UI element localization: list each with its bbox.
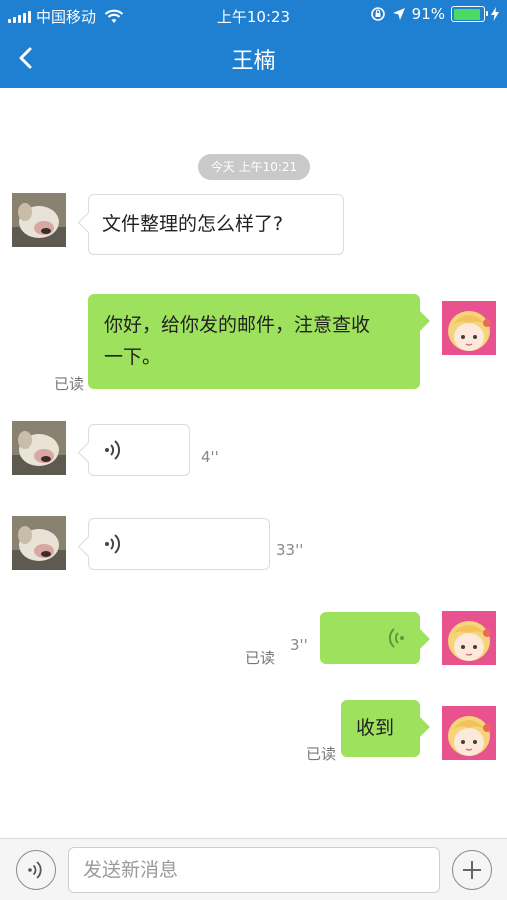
- message-text: 收到: [356, 717, 395, 739]
- chat-title: 王楠: [231, 49, 276, 74]
- message-bubble-outgoing[interactable]: 你好，给你发的邮件，注意查收 一下。: [88, 294, 420, 389]
- message-bubble-incoming[interactable]: 文件整理的怎么样了?: [88, 194, 344, 255]
- self-avatar[interactable]: [442, 301, 496, 355]
- message-text-line-1: 你好，给你发的邮件，注意查收: [104, 314, 371, 336]
- voice-message-outgoing[interactable]: [320, 612, 420, 664]
- self-avatar[interactable]: [442, 611, 496, 665]
- read-status: 已读: [54, 375, 85, 393]
- charging-icon: [491, 7, 499, 21]
- message-text: 文件整理的怎么样了?: [102, 213, 284, 235]
- voice-wave-icon: [105, 440, 121, 460]
- header: 中国移动 上午10:23 91% 王楠: [0, 0, 507, 88]
- contact-avatar[interactable]: [12, 193, 66, 247]
- timestamp-pill: 今天 上午10:21: [198, 154, 310, 180]
- voice-duration: 33'': [276, 541, 304, 559]
- read-status: 已读: [245, 649, 276, 667]
- rotation-lock-icon: [370, 7, 385, 21]
- voice-wave-icon: [388, 628, 404, 648]
- contact-avatar[interactable]: [12, 421, 66, 475]
- status-bar: 中国移动 上午10:23 91%: [0, 0, 507, 30]
- message-list[interactable]: 今天 上午10:21 文件整理的怎么样了? 已读 你好，给你发的邮件，注意查收 …: [0, 88, 507, 838]
- self-avatar[interactable]: [442, 706, 496, 760]
- message-input[interactable]: 发送新消息: [68, 847, 440, 893]
- message-bubble-outgoing[interactable]: 收到: [341, 700, 420, 757]
- contact-avatar[interactable]: [12, 516, 66, 570]
- location-icon: [392, 8, 405, 20]
- message-text-line-2: 一下。: [104, 346, 162, 368]
- voice-duration: 3'': [290, 636, 308, 654]
- battery-icon: [451, 6, 488, 22]
- battery-percent: 91%: [411, 5, 445, 23]
- plus-button[interactable]: [452, 850, 492, 890]
- voice-message-incoming[interactable]: [88, 518, 270, 570]
- navigation-bar: 王楠: [0, 30, 507, 88]
- voice-icon: [28, 861, 42, 879]
- voice-button[interactable]: [16, 850, 56, 890]
- read-status: 已读: [306, 745, 337, 763]
- voice-message-incoming[interactable]: [88, 424, 190, 476]
- plus-icon: [463, 861, 481, 879]
- input-bar: 发送新消息: [0, 838, 507, 900]
- voice-wave-icon: [105, 534, 121, 554]
- voice-duration: 4'': [201, 448, 219, 466]
